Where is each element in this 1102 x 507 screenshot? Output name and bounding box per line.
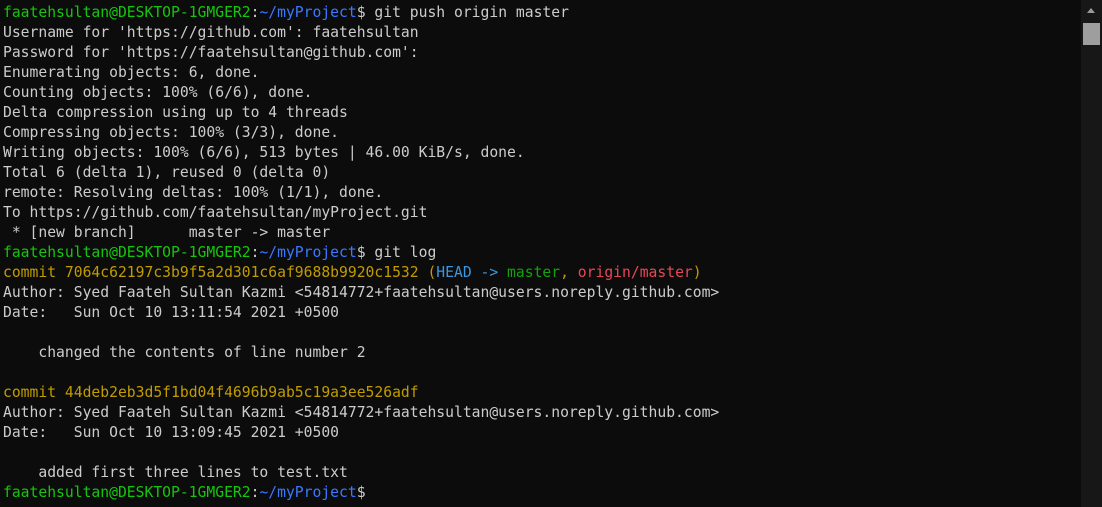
- terminal-text-segment: HEAD ->: [436, 264, 508, 281]
- terminal-text-segment: $: [356, 484, 366, 501]
- terminal-line: Username for 'https://github.com': faate…: [3, 23, 1078, 43]
- terminal-text-segment: Author: Syed Faateh Sultan Kazmi <548147…: [3, 284, 720, 301]
- terminal-text-segment: origin/master: [577, 264, 693, 281]
- terminal-text-segment: faatehsultan@DESKTOP-1GMGER2: [3, 484, 251, 501]
- terminal-line: Counting objects: 100% (6/6), done.: [3, 83, 1078, 103]
- terminal-text-segment: Username for 'https://github.com': faate…: [3, 24, 419, 41]
- terminal-line: Password for 'https://faatehsultan@githu…: [3, 43, 1078, 63]
- terminal-line: Writing objects: 100% (6/6), 513 bytes |…: [3, 143, 1078, 163]
- terminal-text-segment: $ git log: [356, 244, 437, 261]
- terminal-output[interactable]: faatehsultan@DESKTOP-1GMGER2:~/myProject…: [3, 3, 1078, 503]
- terminal-line: faatehsultan@DESKTOP-1GMGER2:~/myProject…: [3, 3, 1078, 23]
- terminal-line: Author: Syed Faateh Sultan Kazmi <548147…: [3, 403, 1078, 423]
- scrollbar-thumb[interactable]: [1083, 23, 1100, 45]
- terminal-line: changed the contents of line number 2: [3, 343, 1078, 363]
- terminal-line: Author: Syed Faateh Sultan Kazmi <548147…: [3, 283, 1078, 303]
- terminal-text-segment: faatehsultan@DESKTOP-1GMGER2: [3, 4, 251, 21]
- terminal-text-segment: To https://github.com/faatehsultan/myPro…: [3, 204, 428, 221]
- vertical-scrollbar[interactable]: [1081, 0, 1102, 507]
- terminal-line: faatehsultan@DESKTOP-1GMGER2:~/myProject…: [3, 243, 1078, 263]
- terminal-line: Compressing objects: 100% (3/3), done.: [3, 123, 1078, 143]
- terminal-text-segment: ~/myProject: [259, 484, 357, 501]
- terminal-text-segment: master: [507, 264, 561, 281]
- terminal-text-segment: ~/myProject: [259, 244, 357, 261]
- terminal-line: Date: Sun Oct 10 13:09:45 2021 +0500: [3, 423, 1078, 443]
- terminal-text-segment: (: [427, 264, 437, 281]
- triangle-up-icon: [1087, 8, 1095, 13]
- terminal-line: commit 7064c62197c3b9f5a2d301c6af9688b99…: [3, 263, 1078, 283]
- terminal-line: Total 6 (delta 1), reused 0 (delta 0): [3, 163, 1078, 183]
- terminal-text-segment: * [new branch] master -> master: [3, 224, 331, 241]
- terminal-text-segment: Counting objects: 100% (6/6), done.: [3, 84, 313, 101]
- terminal-line: added first three lines to test.txt: [3, 463, 1078, 483]
- terminal-text-segment: added first three lines to test.txt: [3, 464, 348, 481]
- terminal-text-segment: Enumerating objects: 6, done.: [3, 64, 260, 81]
- terminal-text-segment: Total 6 (delta 1), reused 0 (delta 0): [3, 164, 331, 181]
- terminal-text-segment: Compressing objects: 100% (3/3), done.: [3, 124, 340, 141]
- terminal-line: remote: Resolving deltas: 100% (1/1), do…: [3, 183, 1078, 203]
- scroll-up-button[interactable]: [1081, 0, 1102, 20]
- terminal-text-segment: Password for 'https://faatehsultan@githu…: [3, 44, 419, 61]
- terminal-text-segment: changed the contents of line number 2: [3, 344, 366, 361]
- terminal-text-segment: ,: [560, 264, 578, 281]
- terminal-window[interactable]: faatehsultan@DESKTOP-1GMGER2:~/myProject…: [0, 0, 1102, 507]
- terminal-text-segment: Writing objects: 100% (6/6), 513 bytes |…: [3, 144, 525, 161]
- terminal-text-segment: commit 7064c62197c3b9f5a2d301c6af9688b99…: [3, 264, 428, 281]
- terminal-text-segment: Date: Sun Oct 10 13:09:45 2021 +0500: [3, 424, 340, 441]
- terminal-line: Date: Sun Oct 10 13:11:54 2021 +0500: [3, 303, 1078, 323]
- terminal-line: * [new branch] master -> master: [3, 223, 1078, 243]
- terminal-text-segment: ): [692, 264, 702, 281]
- terminal-line: commit 44deb2eb3d5f1bd04f4696b9ab5c19a3e…: [3, 383, 1078, 403]
- terminal-text-segment: commit 44deb2eb3d5f1bd04f4696b9ab5c19a3e…: [3, 384, 419, 401]
- terminal-line: faatehsultan@DESKTOP-1GMGER2:~/myProject…: [3, 483, 1078, 503]
- terminal-text-segment: ~/myProject: [259, 4, 357, 21]
- terminal-text-segment: $ git push origin master: [356, 4, 569, 21]
- terminal-text-segment: Delta compression using up to 4 threads: [3, 104, 348, 121]
- terminal-text-segment: remote: Resolving deltas: 100% (1/1), do…: [3, 184, 384, 201]
- terminal-line: Delta compression using up to 4 threads: [3, 103, 1078, 123]
- terminal-line: To https://github.com/faatehsultan/myPro…: [3, 203, 1078, 223]
- terminal-line: Enumerating objects: 6, done.: [3, 63, 1078, 83]
- terminal-text-segment: faatehsultan@DESKTOP-1GMGER2: [3, 244, 251, 261]
- terminal-text-segment: Date: Sun Oct 10 13:11:54 2021 +0500: [3, 304, 340, 321]
- terminal-text-segment: Author: Syed Faateh Sultan Kazmi <548147…: [3, 404, 720, 421]
